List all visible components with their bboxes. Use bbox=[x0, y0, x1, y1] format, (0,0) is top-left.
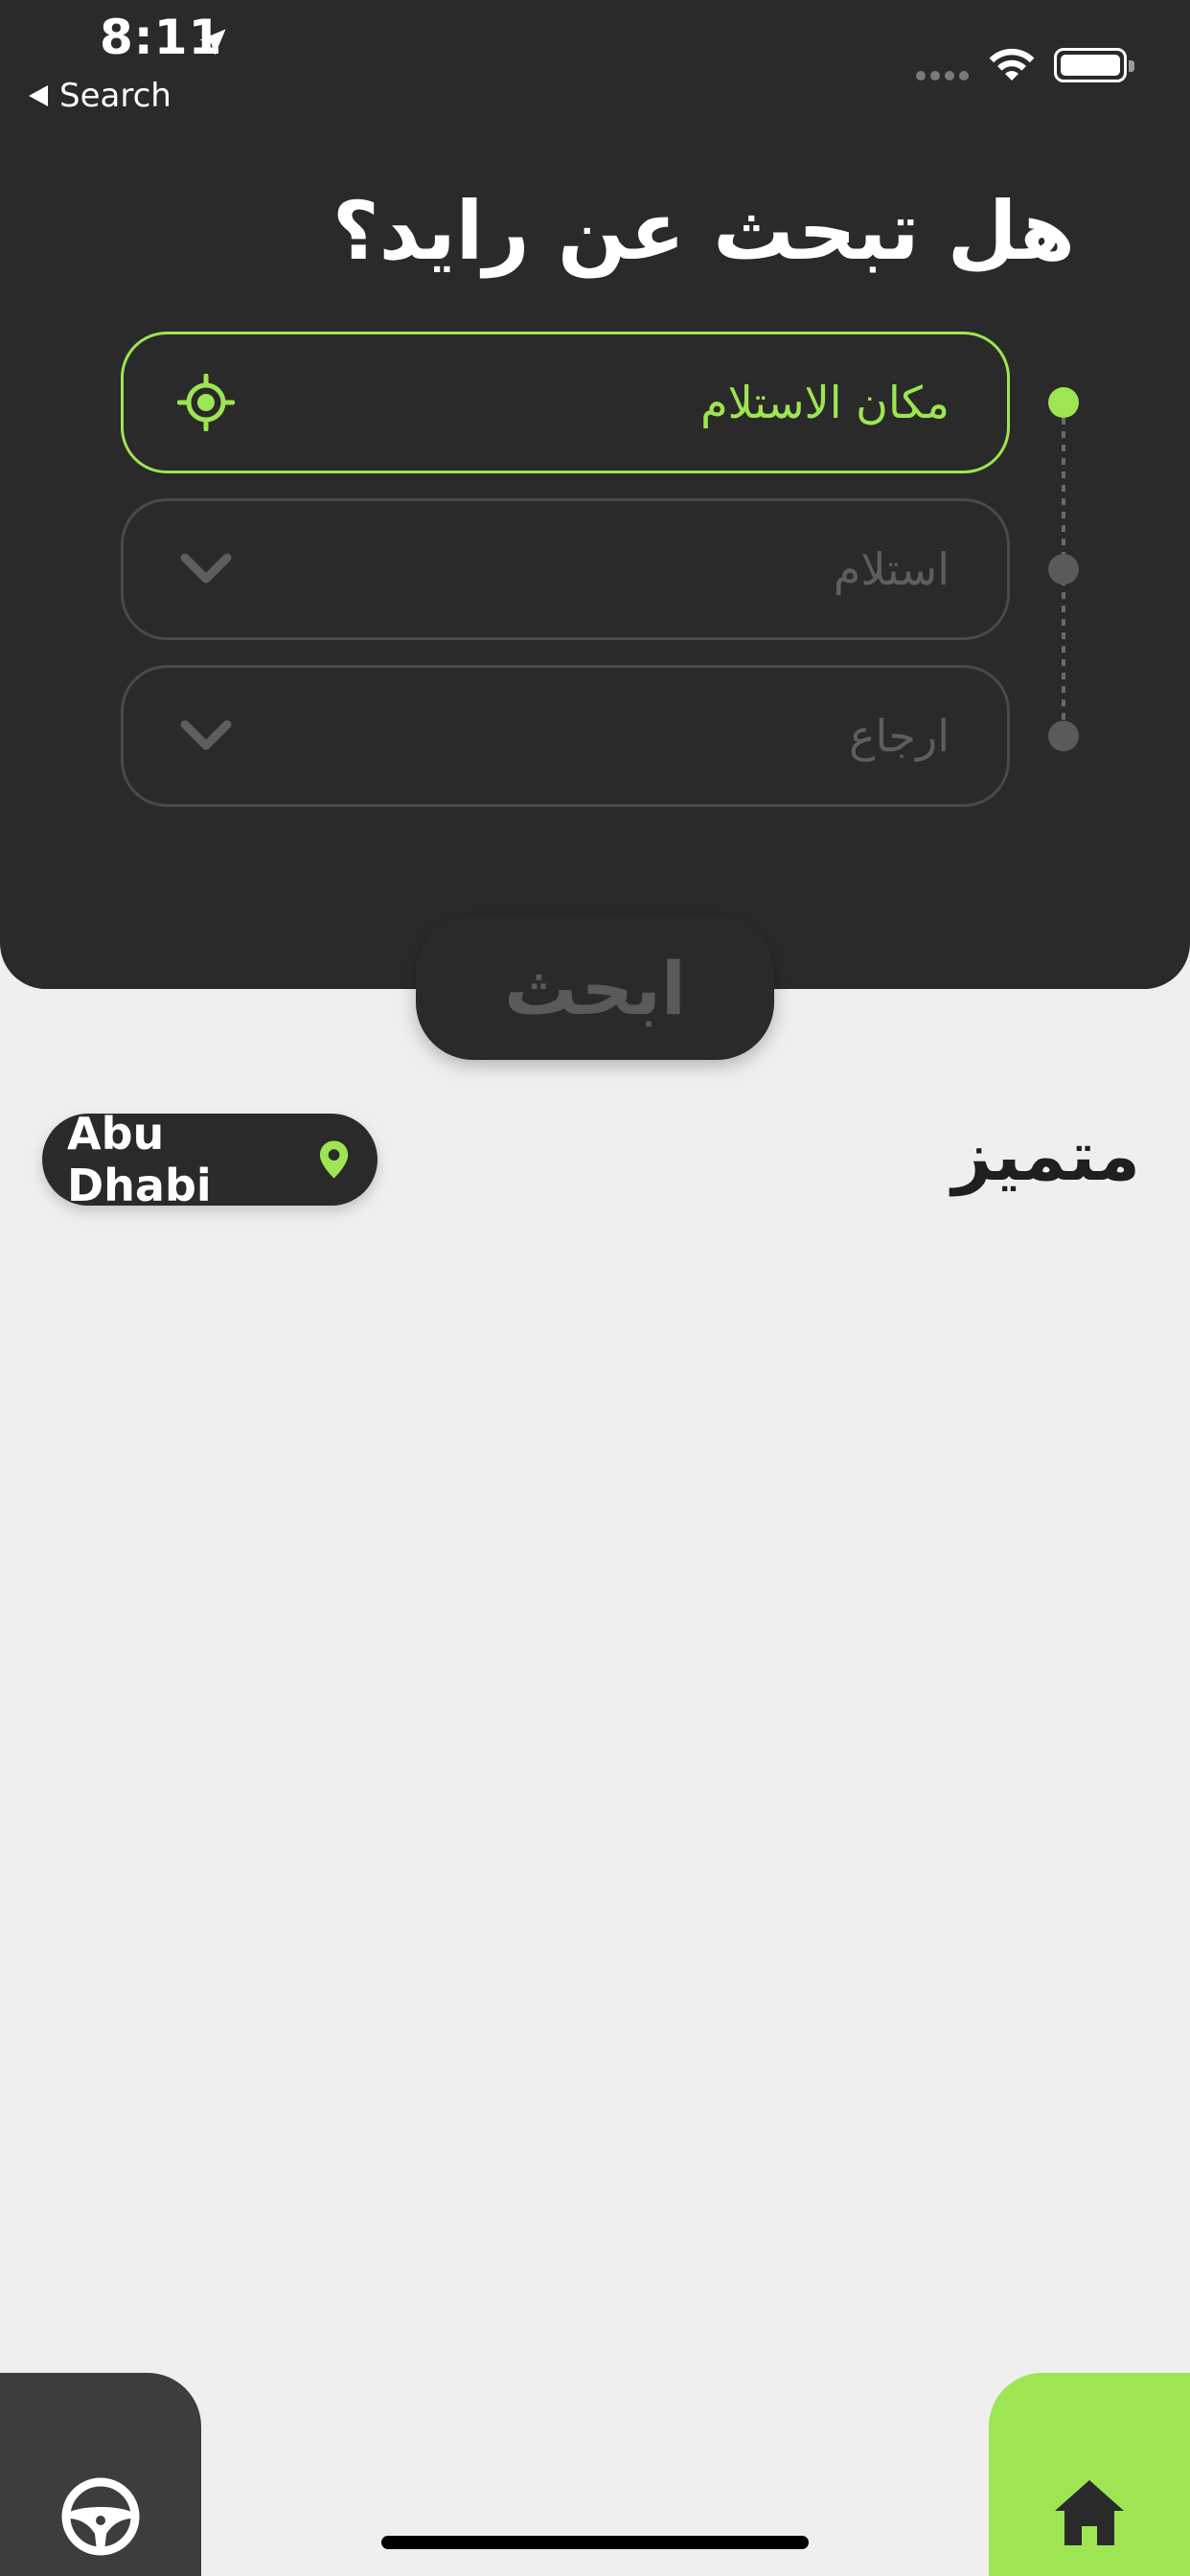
crosshair-icon[interactable] bbox=[177, 374, 235, 431]
chevron-down-icon bbox=[177, 540, 235, 598]
tab-rides[interactable] bbox=[0, 2373, 201, 2576]
timeline-dot-pickup bbox=[1048, 387, 1079, 418]
back-triangle-icon bbox=[29, 85, 48, 106]
city-name: Abu Dhabi bbox=[67, 1108, 212, 1211]
cellular-signal-icon bbox=[916, 71, 969, 80]
chevron-down-icon bbox=[177, 707, 235, 765]
back-to-search-link[interactable]: Search bbox=[29, 77, 172, 115]
return-date-field[interactable]: ارجاع bbox=[121, 665, 1010, 807]
timeline-dot-pickup-date bbox=[1048, 554, 1079, 585]
battery-icon bbox=[1054, 48, 1134, 82]
app-screen: 8:11 Search هل تبحث عن رايد؟ مكان الاستل… bbox=[0, 0, 1190, 2576]
search-button[interactable]: ابحث bbox=[416, 916, 774, 1060]
home-icon bbox=[1055, 2480, 1124, 2545]
wifi-icon bbox=[989, 48, 1035, 80]
return-date-label: ارجاع bbox=[849, 710, 950, 762]
pickup-location-label: مكان الاستلام bbox=[700, 377, 950, 428]
page-title: هل تبحث عن رايد؟ bbox=[332, 184, 1075, 278]
featured-section-title: متميز bbox=[951, 1116, 1140, 1196]
pickup-date-label: استلام bbox=[833, 543, 950, 595]
steering-wheel-icon bbox=[61, 2477, 140, 2556]
timeline-dot-return-date bbox=[1048, 721, 1079, 751]
home-indicator bbox=[381, 2536, 809, 2549]
city-selector-chip[interactable]: Abu Dhabi bbox=[42, 1108, 378, 1211]
tab-home[interactable] bbox=[989, 2373, 1190, 2576]
search-panel bbox=[0, 0, 1190, 989]
location-arrow-icon bbox=[199, 29, 226, 56]
map-pin-icon bbox=[319, 1140, 349, 1179]
pickup-location-field[interactable]: مكان الاستلام bbox=[121, 332, 1010, 473]
pickup-date-field[interactable]: استلام bbox=[121, 498, 1010, 640]
back-label: Search bbox=[59, 77, 172, 115]
